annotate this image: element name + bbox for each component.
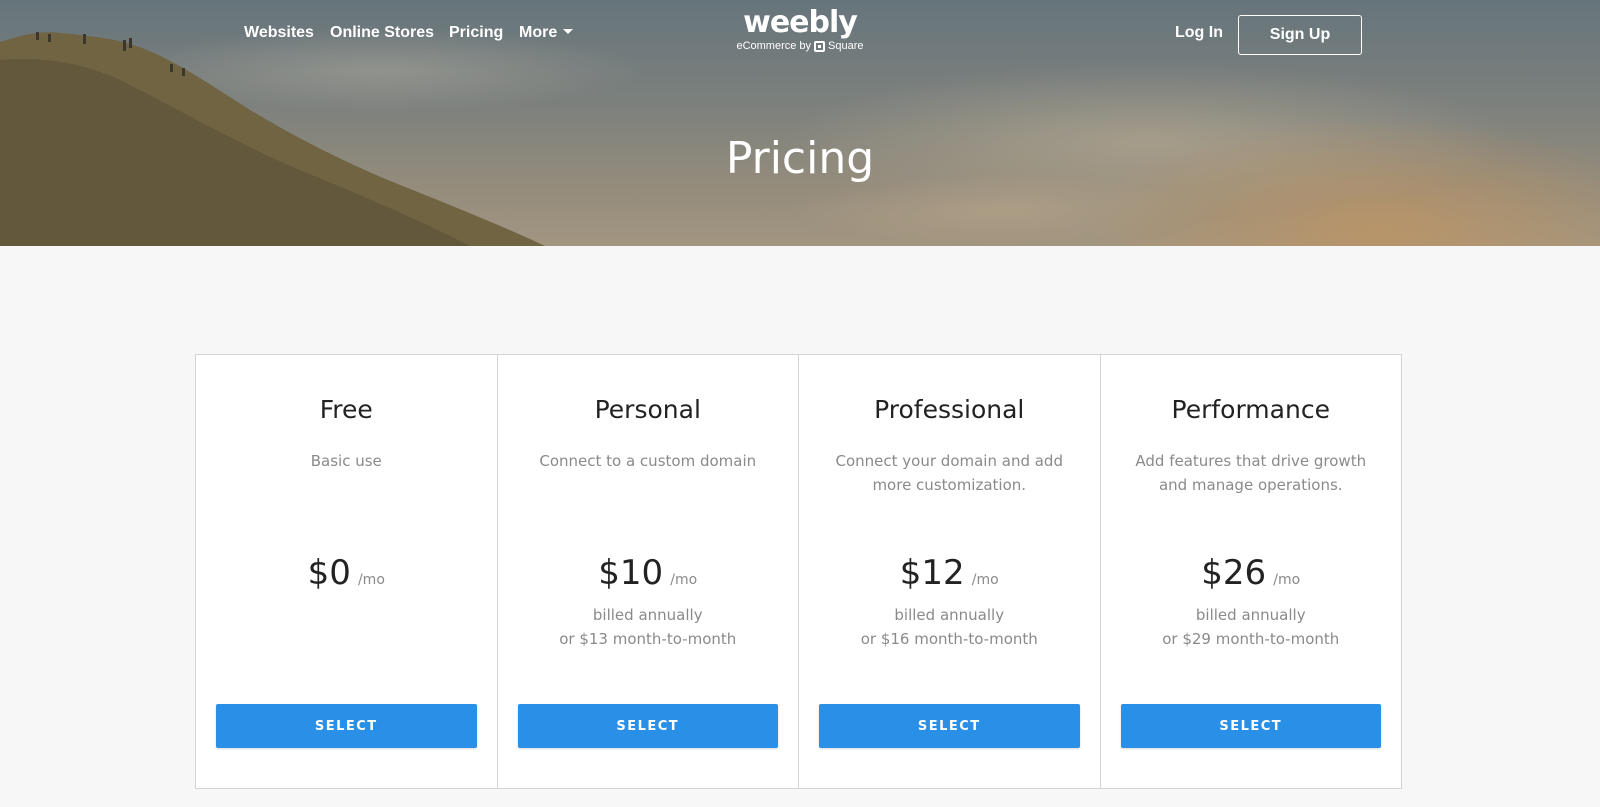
caret-down-icon	[563, 29, 574, 34]
billing-monthly-note: or $29 month-to-month	[1162, 630, 1340, 648]
plan-name: Personal	[594, 395, 701, 424]
plan-price: $10 /mo	[498, 553, 799, 593]
nav-online-stores-link[interactable]: Online Stores	[330, 24, 434, 42]
price-amount: $0	[307, 553, 351, 593]
plan-name: Professional	[874, 395, 1025, 424]
plan-name: Performance	[1171, 395, 1330, 424]
plan-description: Connect your domain and add more customi…	[835, 452, 1063, 494]
price-unit: /mo	[971, 572, 999, 588]
login-link[interactable]: Log In	[1175, 24, 1223, 42]
logo-tagline: eCommerce by Square	[735, 40, 865, 52]
plan-description: Add features that drive growth and manag…	[1135, 452, 1367, 494]
price-unit: /mo	[670, 572, 698, 588]
page-title: Pricing	[725, 133, 875, 184]
billing-monthly-note: or $16 month-to-month	[860, 630, 1038, 648]
nav-more-label: More	[519, 24, 558, 41]
select-performance-button[interactable]: SELECT	[1120, 704, 1381, 748]
weebly-logo[interactable]: weebly eCommerce by Square	[735, 5, 865, 53]
logo-wordmark: weebly	[743, 5, 858, 40]
select-professional-button[interactable]: SELECT	[819, 704, 1080, 748]
price-unit: /mo	[1273, 572, 1301, 588]
plan-billing: billed annually or $16 month-to-month	[799, 603, 1100, 651]
signup-button[interactable]: Sign Up	[1238, 15, 1362, 55]
nav-pricing-link[interactable]: Pricing	[449, 24, 503, 42]
plan-price: $12 /mo	[799, 553, 1100, 593]
price-unit: /mo	[357, 572, 385, 588]
nav-websites-link[interactable]: Websites	[244, 24, 314, 42]
plan-description: Basic use	[310, 452, 382, 470]
plan-price: $26 /mo	[1101, 553, 1402, 593]
plan-card-personal: Personal Connect to a custom domain $10 …	[498, 355, 799, 788]
billing-note: billed annually	[1195, 606, 1306, 624]
price-amount: $10	[598, 553, 664, 593]
plan-description: Connect to a custom domain	[539, 452, 757, 470]
nav-more-menu[interactable]: More	[519, 24, 574, 42]
pricing-plans: Free Basic use $0 /mo SELECT Personal Co…	[195, 354, 1402, 789]
logo-tagline-brand: Square	[828, 40, 864, 52]
plan-card-free: Free Basic use $0 /mo SELECT	[196, 355, 498, 788]
plan-price: $0 /mo	[196, 553, 497, 593]
logo-tagline-prefix: eCommerce by	[736, 40, 812, 52]
price-amount: $26	[1201, 553, 1267, 593]
hero-banner: Websites Online Stores Pricing More weeb…	[0, 0, 1600, 246]
plan-name: Free	[319, 395, 373, 424]
select-personal-button[interactable]: SELECT	[517, 704, 778, 748]
plan-billing: billed annually or $13 month-to-month	[498, 603, 799, 651]
billing-monthly-note: or $13 month-to-month	[559, 630, 737, 648]
plan-card-professional: Professional Connect your domain and add…	[799, 355, 1101, 788]
plan-billing: billed annually or $29 month-to-month	[1101, 603, 1402, 651]
square-logo-icon	[814, 40, 826, 52]
select-free-button[interactable]: SELECT	[216, 704, 477, 748]
plan-card-performance: Performance Add features that drive grow…	[1101, 355, 1402, 788]
billing-note: billed annually	[592, 606, 703, 624]
billing-note: billed annually	[894, 606, 1005, 624]
price-amount: $12	[899, 553, 965, 593]
